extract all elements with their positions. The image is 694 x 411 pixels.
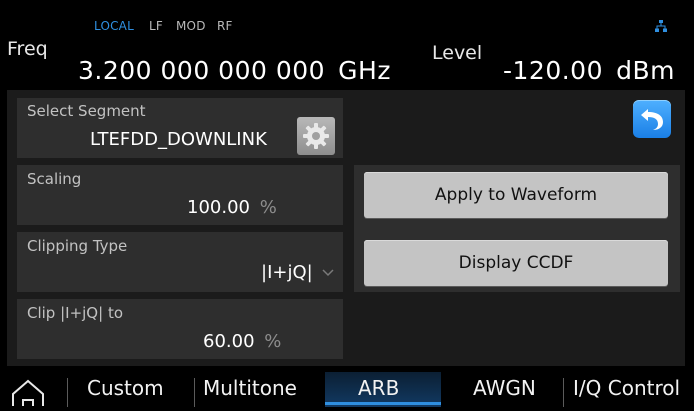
back-arrow-icon — [641, 109, 663, 130]
clip-to-field[interactable]: Clip |I+jQ| to 60.00 % — [17, 299, 343, 359]
select-segment-field[interactable]: Select Segment LTEFDD_DOWNLINK — [17, 98, 343, 158]
clipping-type-value: |I+jQ| — [261, 262, 313, 283]
home-icon — [12, 379, 44, 406]
scaling-value: 100.00 — [187, 197, 250, 218]
tab-separator — [563, 378, 564, 407]
freq-readout[interactable]: 3.200 000 000 000 GHz — [78, 56, 391, 85]
level-readout[interactable]: -120.00 dBm — [503, 56, 675, 85]
screen: { "status": { "local": "LOCAL", "lf": "L… — [0, 0, 694, 407]
status-local: LOCAL — [94, 19, 134, 33]
level-label: Level — [432, 42, 483, 64]
apply-to-waveform-button[interactable]: Apply to Waveform — [364, 172, 668, 218]
freq-value: 3.200 000 000 000 — [78, 56, 326, 85]
tab-iq-control[interactable]: I/Q Control — [573, 376, 680, 400]
tab-custom[interactable]: Custom — [87, 376, 164, 400]
clip-to-readout: 60.00 % — [203, 331, 281, 352]
segment-settings-button[interactable] — [297, 117, 335, 155]
scaling-unit: % — [259, 197, 277, 218]
clipping-type-label: Clipping Type — [27, 237, 128, 255]
back-button[interactable] — [633, 100, 671, 138]
tab-separator — [194, 378, 195, 407]
gear-icon — [303, 123, 329, 149]
network-icon — [655, 20, 667, 32]
tab-separator — [67, 378, 68, 407]
clip-to-label: Clip |I+jQ| to — [27, 304, 123, 322]
clip-to-unit: % — [264, 331, 282, 352]
freq-label: Freq — [7, 38, 48, 60]
scaling-field[interactable]: Scaling 100.00 % — [17, 165, 343, 225]
scaling-label: Scaling — [27, 170, 82, 188]
status-rf: RF — [217, 19, 233, 33]
tab-multitone[interactable]: Multitone — [203, 376, 297, 400]
tab-arb[interactable]: ARB — [358, 376, 399, 400]
clip-to-value: 60.00 — [203, 331, 255, 352]
level-unit: dBm — [616, 56, 675, 85]
status-lf: LF — [149, 19, 163, 33]
level-value: -120.00 — [503, 56, 603, 85]
status-mod: MOD — [176, 19, 206, 33]
tab-awgn[interactable]: AWGN — [473, 376, 536, 400]
select-segment-label: Select Segment — [27, 102, 146, 120]
scaling-readout: 100.00 % — [187, 197, 277, 218]
freq-unit: GHz — [338, 56, 391, 85]
chevron-down-icon — [322, 269, 334, 277]
tab-active-indicator — [325, 402, 441, 405]
display-ccdf-button[interactable]: Display CCDF — [364, 240, 668, 286]
select-segment-value: LTEFDD_DOWNLINK — [90, 129, 267, 150]
home-button[interactable] — [6, 378, 62, 407]
clipping-type-dropdown[interactable]: Clipping Type |I+jQ| — [17, 232, 343, 292]
